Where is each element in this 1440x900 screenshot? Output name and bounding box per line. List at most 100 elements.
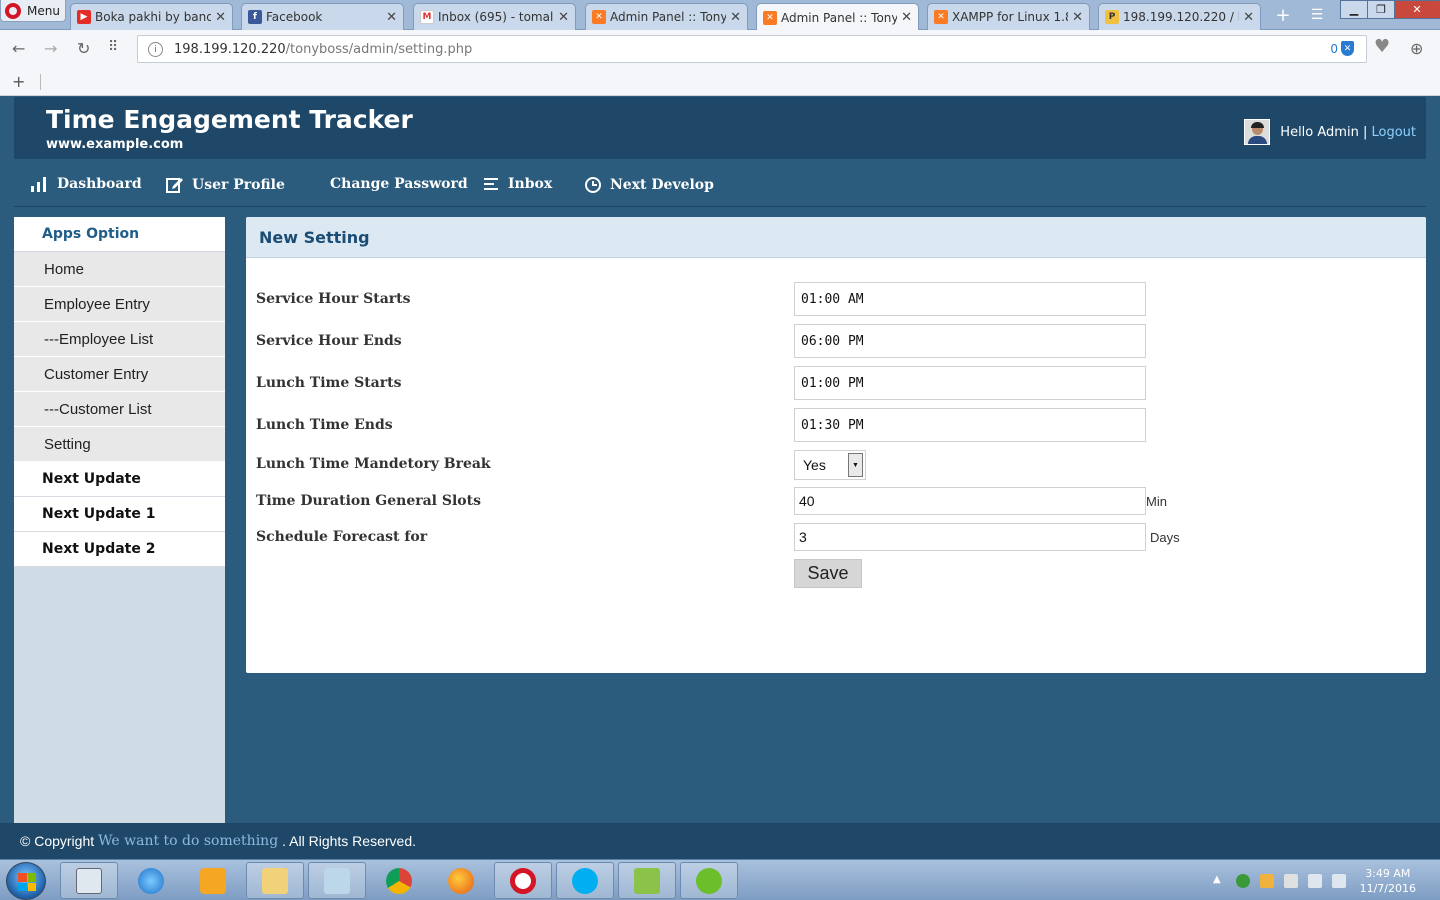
service-end-label: Service Hour Ends bbox=[256, 333, 402, 349]
browser-tab[interactable]: ▶ Boka pakhi by band Sh ✕ bbox=[70, 3, 233, 30]
forecast-input[interactable]: 3 bbox=[794, 523, 1146, 551]
tray-update-icon[interactable] bbox=[1260, 874, 1274, 888]
taskbar-opera[interactable] bbox=[494, 862, 552, 899]
lunch-end-label: Lunch Time Ends bbox=[256, 417, 393, 433]
add-bookmark-icon[interactable]: + bbox=[12, 72, 25, 91]
taskbar-explorer[interactable] bbox=[246, 862, 304, 899]
nav-dashboard[interactable]: Dashboard bbox=[30, 176, 142, 192]
taskbar-chrome[interactable] bbox=[370, 862, 428, 899]
back-icon[interactable]: ← bbox=[12, 39, 25, 58]
shield-icon: ✕ bbox=[1341, 41, 1354, 56]
nav-next-develop[interactable]: Next Develop bbox=[584, 176, 714, 194]
forward-icon[interactable]: → bbox=[44, 39, 57, 58]
taskbar-calculator[interactable] bbox=[60, 862, 118, 899]
start-button[interactable] bbox=[6, 862, 46, 900]
save-button[interactable]: Save bbox=[794, 559, 862, 588]
address-bar-row: ← → ↻ ⠿ i 198.199.120.220/tonyboss/admin… bbox=[0, 30, 1440, 68]
browser-menu-label: Menu bbox=[27, 3, 60, 18]
taskbar-dreamweaver[interactable] bbox=[680, 862, 738, 899]
close-tab-icon[interactable]: ✕ bbox=[1072, 10, 1083, 25]
browser-tab-active[interactable]: ✕ Admin Panel :: Tonybo ✕ bbox=[756, 3, 919, 31]
sidebar-section-next-update-2[interactable]: Next Update 2 bbox=[14, 532, 225, 567]
chevron-down-icon: ▼ bbox=[848, 453, 863, 477]
nav-user-profile[interactable]: User Profile bbox=[166, 176, 285, 193]
close-tab-icon[interactable]: ✕ bbox=[730, 10, 741, 25]
nav-change-password[interactable]: Change Password bbox=[330, 176, 468, 192]
logout-link[interactable]: Logout bbox=[1371, 125, 1416, 140]
notepad-icon bbox=[324, 867, 350, 894]
firefox-icon bbox=[448, 867, 474, 894]
minimize-window-icon[interactable]: ▁ bbox=[1340, 0, 1368, 19]
adblock-count: 0 bbox=[1330, 41, 1338, 56]
tray-expand-icon[interactable]: ▲ bbox=[1213, 874, 1221, 885]
lunch-start-input[interactable]: 01:00 PM bbox=[794, 366, 1146, 400]
browser-tab[interactable]: ✕ XAMPP for Linux 1.8.3 ✕ bbox=[927, 3, 1090, 30]
lunch-end-input[interactable]: 01:30 PM bbox=[794, 408, 1146, 442]
tab-title: Inbox (695) - tomaloff bbox=[438, 10, 554, 24]
site-subtitle: www.example.com bbox=[46, 137, 184, 152]
close-tab-icon[interactable]: ✕ bbox=[558, 10, 569, 25]
copyright-text: © Copyright bbox=[20, 833, 95, 849]
sidebar-item-employee-list[interactable]: ---Employee List bbox=[14, 322, 225, 357]
sidebar-section-next-update-1[interactable]: Next Update 1 bbox=[14, 497, 225, 532]
tab-list-icon[interactable]: ☰ bbox=[1302, 4, 1332, 26]
sidebar-item-customer-list[interactable]: ---Customer List bbox=[14, 392, 225, 427]
nav-label: Next Develop bbox=[610, 177, 714, 193]
sidebar-item-employee-entry[interactable]: Employee Entry bbox=[14, 287, 225, 322]
url-field[interactable]: i 198.199.120.220/tonyboss/admin/setting… bbox=[137, 35, 1367, 63]
tray-network-icon[interactable] bbox=[1236, 874, 1250, 888]
sidebar-item-home[interactable]: Home bbox=[14, 252, 225, 287]
xampp-icon: ✕ bbox=[934, 10, 948, 24]
tray-volume-icon[interactable] bbox=[1332, 874, 1346, 888]
url-host: 198.199.120.220 bbox=[174, 41, 286, 57]
restore-window-icon[interactable]: ❐ bbox=[1367, 0, 1395, 19]
browser-tab[interactable]: ✕ Admin Panel :: Tonybo ✕ bbox=[585, 3, 748, 30]
dreamweaver-icon bbox=[696, 867, 722, 894]
forecast-unit: Days bbox=[1150, 530, 1180, 545]
tray-display-icon[interactable] bbox=[1308, 874, 1322, 888]
close-tab-icon[interactable]: ✕ bbox=[901, 10, 912, 25]
service-start-input[interactable]: 01:00 AM bbox=[794, 282, 1146, 316]
nav-inbox[interactable]: Inbox bbox=[484, 176, 552, 192]
footer-link[interactable]: We want to do something bbox=[98, 833, 278, 849]
close-tab-icon[interactable]: ✕ bbox=[215, 10, 226, 25]
opera-logo-icon bbox=[5, 2, 21, 19]
site-info-icon[interactable]: i bbox=[148, 42, 163, 57]
general-slots-unit: Min bbox=[1146, 494, 1167, 509]
adblock-indicator[interactable]: 0 ✕ bbox=[1330, 41, 1354, 56]
main-nav: Dashboard User Profile Change Password I… bbox=[14, 165, 1426, 207]
taskbar-notepad[interactable] bbox=[308, 862, 366, 899]
tray-flag-icon[interactable] bbox=[1284, 874, 1298, 888]
close-tab-icon[interactable]: ✕ bbox=[386, 10, 397, 25]
taskbar-skype[interactable] bbox=[556, 862, 614, 899]
browser-tab[interactable]: P 198.199.120.220 / loca ✕ bbox=[1098, 3, 1261, 30]
list-icon bbox=[484, 177, 498, 190]
close-window-icon[interactable]: ✕ bbox=[1394, 0, 1440, 19]
speed-dial-icon[interactable]: ⠿ bbox=[108, 39, 118, 55]
mandatory-break-select[interactable]: Yes ▼ bbox=[794, 450, 866, 480]
heart-icon[interactable]: ♥ bbox=[1374, 36, 1390, 57]
close-tab-icon[interactable]: ✕ bbox=[1243, 10, 1254, 25]
browser-tab[interactable]: f Facebook ✕ bbox=[241, 3, 404, 30]
new-tab-icon[interactable]: + bbox=[1268, 4, 1298, 26]
taskbar-clock[interactable]: 3:49 AM 11/7/2016 bbox=[1360, 866, 1416, 896]
sidebar: Apps Option Home Employee Entry ---Emplo… bbox=[14, 217, 225, 823]
download-icon[interactable]: ⊕ bbox=[1410, 39, 1423, 58]
forecast-label: Schedule Forecast for bbox=[256, 529, 428, 545]
tab-title: 198.199.120.220 / loca bbox=[1123, 10, 1239, 24]
browser-tab[interactable]: M Inbox (695) - tomaloff ✕ bbox=[413, 3, 576, 30]
sidebar-item-customer-entry[interactable]: Customer Entry bbox=[14, 357, 225, 392]
browser-menu-button[interactable]: Menu bbox=[0, 0, 66, 22]
taskbar-ie[interactable] bbox=[122, 862, 180, 899]
rights-text: . All Rights Reserved. bbox=[282, 833, 416, 849]
taskbar-media[interactable] bbox=[184, 862, 242, 899]
sidebar-item-setting[interactable]: Setting bbox=[14, 427, 225, 462]
general-slots-input[interactable]: 40 bbox=[794, 487, 1146, 515]
sidebar-section-next-update[interactable]: Next Update bbox=[14, 462, 225, 497]
taskbar-editor[interactable] bbox=[618, 862, 676, 899]
taskbar-firefox[interactable] bbox=[432, 862, 490, 899]
skype-icon bbox=[572, 867, 598, 894]
lunch-start-label: Lunch Time Starts bbox=[256, 375, 402, 391]
service-end-input[interactable]: 06:00 PM bbox=[794, 324, 1146, 358]
reload-icon[interactable]: ↻ bbox=[77, 39, 90, 58]
